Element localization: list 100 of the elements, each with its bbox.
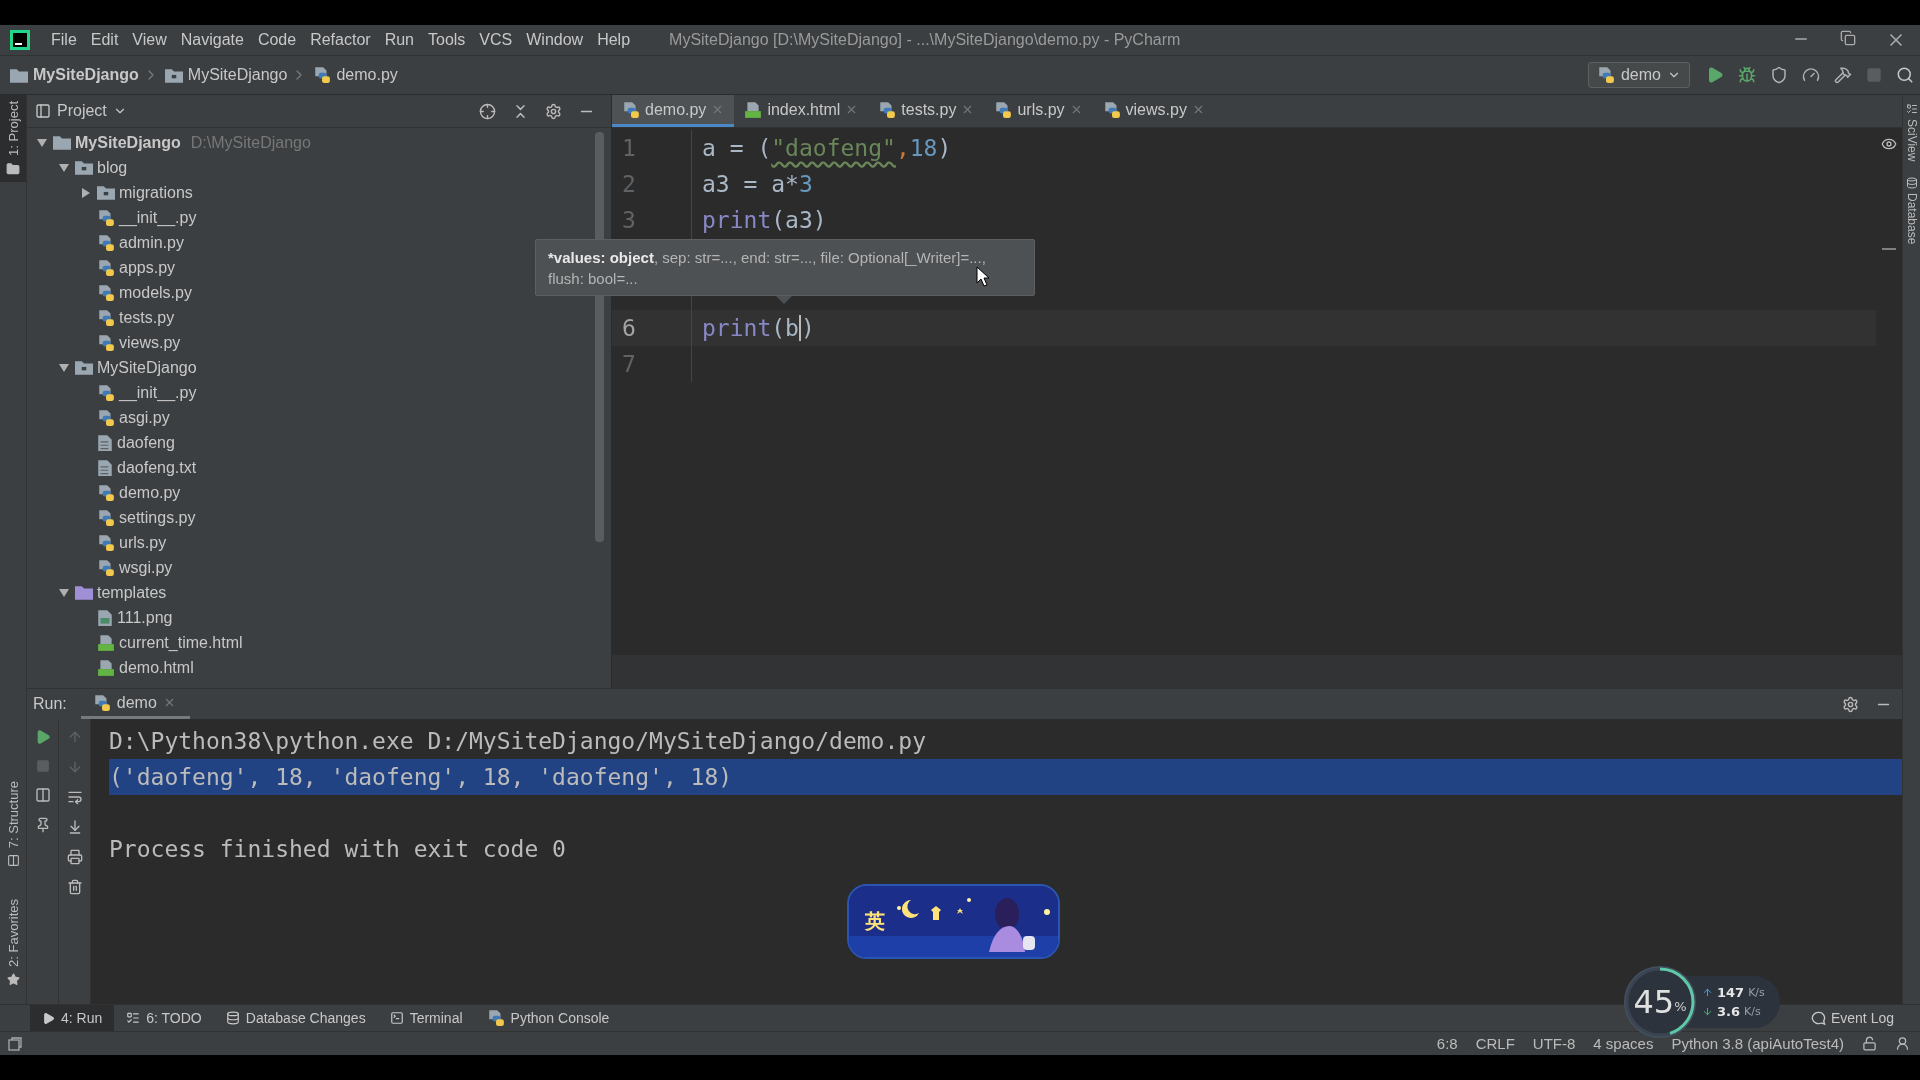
python-file-icon [97,283,115,302]
status-item[interactable]: 4 spaces [1593,1035,1654,1052]
code-line: a3 = a*3 [702,171,813,197]
menu-item[interactable]: Tools [421,31,473,49]
coverage-icon[interactable] [1770,66,1788,84]
caret-icon[interactable] [58,161,70,174]
menu-item[interactable]: Run [377,31,421,49]
line-number: 3 [612,202,692,238]
tool-window-tab[interactable]: Database Changes [213,1005,378,1031]
breadcrumb[interactable]: demo.py [336,66,398,84]
breadcrumb[interactable]: MySiteDjango [187,66,288,84]
lock-icon[interactable] [1862,1036,1877,1051]
tool-window-tab[interactable]: 4: Run [30,1005,115,1031]
status-item[interactable]: CRLF [1475,1035,1515,1052]
print-icon[interactable] [66,849,83,865]
python-file-icon [1102,100,1121,119]
profile-icon[interactable] [1802,66,1820,84]
settings-icon[interactable] [1842,695,1859,713]
search-icon[interactable] [1896,66,1914,84]
editor-tab[interactable]: tests.py [868,95,985,127]
tree-item[interactable]: wsgi.py [119,558,173,577]
status-item[interactable]: 6:8 [1436,1035,1458,1052]
menu-item[interactable]: VCS [472,31,520,49]
build-icon[interactable] [1834,66,1852,84]
layout-icon[interactable] [34,787,51,803]
terminal-icon [389,1011,404,1025]
tree-item[interactable]: daofeng.txt [117,458,197,477]
console-line: Process finished with exit code 0 [109,835,567,864]
folder-icon [10,67,28,83]
tree-item[interactable]: asgi.py [119,408,170,427]
structure-icon [6,854,20,868]
editor-tab[interactable]: demo.py [612,95,735,127]
tree-item[interactable]: migrations [119,183,193,202]
menu-item[interactable]: Code [250,31,304,49]
tree-item[interactable]: urls.py [119,533,167,552]
tree-item[interactable]: tests.py [119,308,175,327]
inspector-icon[interactable] [1895,1036,1910,1051]
tool-window-tab[interactable]: 1: Project [0,95,26,182]
tool-window-tab[interactable]: Database [1904,177,1919,245]
status-item[interactable]: UTF-8 [1532,1035,1576,1052]
tree-item[interactable]: demo.py [119,483,181,502]
tool-windows-icon[interactable] [8,1036,22,1051]
caret-icon[interactable] [58,586,70,599]
menu-item[interactable]: Help [590,31,638,49]
tool-window-tab[interactable]: Python Console [474,1005,622,1031]
menu-item[interactable]: View [125,31,174,49]
tool-window-tab[interactable]: SciView [1904,103,1919,162]
breadcrumb[interactable]: MySiteDjango [33,66,139,84]
tree-item[interactable]: demo.html [119,658,194,677]
locate-icon[interactable] [479,102,496,120]
tree-item[interactable]: views.py [119,333,181,352]
tree-item[interactable]: __init__.py [119,208,197,227]
tree-item[interactable]: MySiteDjango [75,133,181,152]
tree-item[interactable]: blog [97,158,128,177]
tree-item[interactable]: current_time.html [119,633,243,652]
soft-wrap-icon[interactable] [66,789,83,805]
caret-icon[interactable] [36,136,48,149]
menu-item[interactable]: Window [519,31,591,49]
caret-icon[interactable] [80,186,92,199]
folder-icon [6,161,20,176]
tree-item[interactable]: models.py [119,283,192,302]
debug-icon[interactable] [1738,66,1756,84]
settings-icon[interactable] [545,102,562,120]
editor-tab[interactable]: index.html [734,95,869,127]
tree-item[interactable]: settings.py [119,508,196,527]
tree-item[interactable]: 111.png [117,608,173,627]
html-file-icon [97,658,115,677]
trash-icon[interactable] [66,879,83,895]
line-number: 1 [612,130,692,166]
menu-item[interactable]: Refactor [303,31,378,49]
editor-tab[interactable]: views.py [1092,95,1215,127]
menu-item[interactable]: File [44,31,84,49]
tree-item[interactable]: __init__.py [119,383,197,402]
caret-icon[interactable] [58,361,70,374]
tree-item[interactable]: templates [97,583,167,602]
tree-item[interactable]: apps.py [119,258,176,277]
event-log-button[interactable]: Event Log [1804,1005,1920,1031]
menu-item[interactable]: Edit [83,31,126,49]
upload-speed: 147 [1717,985,1745,1000]
tool-window-tab[interactable]: 6: TODO [114,1005,214,1031]
python-file-icon [97,508,115,527]
status-item[interactable]: Python 3.8 (apiAutoTest4) [1671,1035,1844,1052]
run-icon[interactable] [1706,66,1724,84]
input-mode-label[interactable]: 英 [865,908,885,935]
restore-icon[interactable] [1840,30,1856,46]
python-file-icon [97,258,115,277]
project-view-dropdown[interactable]: Project [35,102,127,120]
star-icon [6,973,20,986]
python-file-icon [313,66,332,84]
mouse-cursor-icon [976,266,990,287]
tree-item[interactable]: daofeng [117,433,175,452]
tree-item[interactable]: admin.py [119,233,184,252]
tool-window-tab[interactable]: Terminal [377,1005,475,1031]
tool-window-tab[interactable]: 7: Structure [0,774,26,874]
eye-icon[interactable] [1881,136,1897,152]
tool-window-tab[interactable]: 2: Favorites [0,893,26,992]
tree-item[interactable]: MySiteDjango [97,358,197,377]
menu-item[interactable]: Navigate [173,31,251,49]
run-configuration-dropdown[interactable]: demo [1587,62,1690,88]
editor-tab[interactable]: urls.py [984,95,1093,127]
